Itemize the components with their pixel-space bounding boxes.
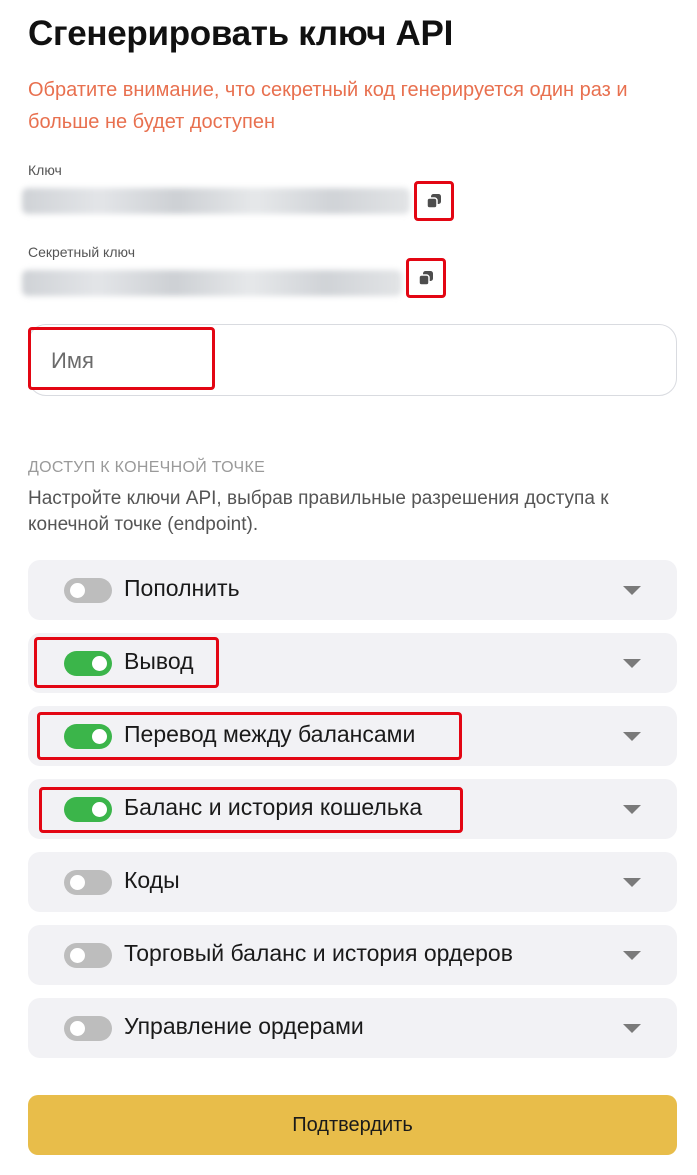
secret-value-blurred [22, 270, 402, 296]
permission-toggle[interactable] [64, 870, 112, 895]
chevron-down-icon[interactable] [623, 1024, 641, 1033]
toggle-knob [70, 948, 85, 963]
permission-label: Пополнить [124, 575, 240, 601]
copy-icon [426, 194, 441, 209]
permission-toggle[interactable] [64, 943, 112, 968]
confirm-button[interactable]: Подтвердить [28, 1095, 677, 1155]
key-value-blurred [22, 188, 410, 214]
toggle-knob [70, 583, 85, 598]
chevron-down-icon[interactable] [623, 951, 641, 960]
permission-item-order-management[interactable]: Управление ордерами [28, 998, 677, 1058]
secret-label: Секретный ключ [28, 244, 135, 260]
permission-label: Вывод [124, 648, 194, 674]
toggle-knob [92, 729, 107, 744]
permission-toggle[interactable] [64, 651, 112, 676]
name-input[interactable] [51, 345, 651, 377]
chevron-down-icon[interactable] [623, 805, 641, 814]
permission-item-withdraw[interactable]: Вывод [28, 633, 677, 693]
permission-item-trade-balance[interactable]: Торговый баланс и история ордеров [28, 925, 677, 985]
permission-label: Коды [124, 867, 180, 893]
chevron-down-icon[interactable] [623, 732, 641, 741]
permission-toggle[interactable] [64, 578, 112, 603]
chevron-down-icon[interactable] [623, 878, 641, 887]
permission-label: Торговый баланс и история ордеров [124, 940, 513, 966]
permission-item-deposit[interactable]: Пополнить [28, 560, 677, 620]
permission-label: Управление ордерами [124, 1013, 364, 1039]
permission-label: Баланс и история кошелька [124, 794, 423, 820]
toggle-knob [92, 802, 107, 817]
page-title: Сгенерировать ключ API [28, 14, 454, 53]
chevron-down-icon[interactable] [623, 586, 641, 595]
permission-item-codes[interactable]: Коды [28, 852, 677, 912]
permission-toggle[interactable] [64, 1016, 112, 1041]
permission-toggle[interactable] [64, 724, 112, 749]
copy-key-button[interactable] [414, 181, 454, 221]
name-field [28, 324, 677, 396]
endpoint-section-description: Настройте ключи API, выбрав правильные р… [28, 488, 609, 535]
permission-toggle[interactable] [64, 797, 112, 822]
copy-secret-button[interactable] [406, 258, 446, 298]
permission-item-wallet-balance[interactable]: Баланс и история кошелька [28, 779, 677, 839]
toggle-knob [70, 875, 85, 890]
permission-label: Перевод между балансами [124, 721, 416, 747]
copy-icon [418, 271, 433, 286]
toggle-knob [70, 1021, 85, 1036]
key-label: Ключ [28, 162, 62, 178]
permission-item-transfer[interactable]: Перевод между балансами [28, 706, 677, 766]
chevron-down-icon[interactable] [623, 659, 641, 668]
endpoint-section-title: ДОСТУП К КОНЕЧНОЙ ТОЧКЕ [28, 459, 266, 476]
warning-text: Обратите внимание, что секретный код ген… [28, 79, 628, 133]
toggle-knob [92, 656, 107, 671]
